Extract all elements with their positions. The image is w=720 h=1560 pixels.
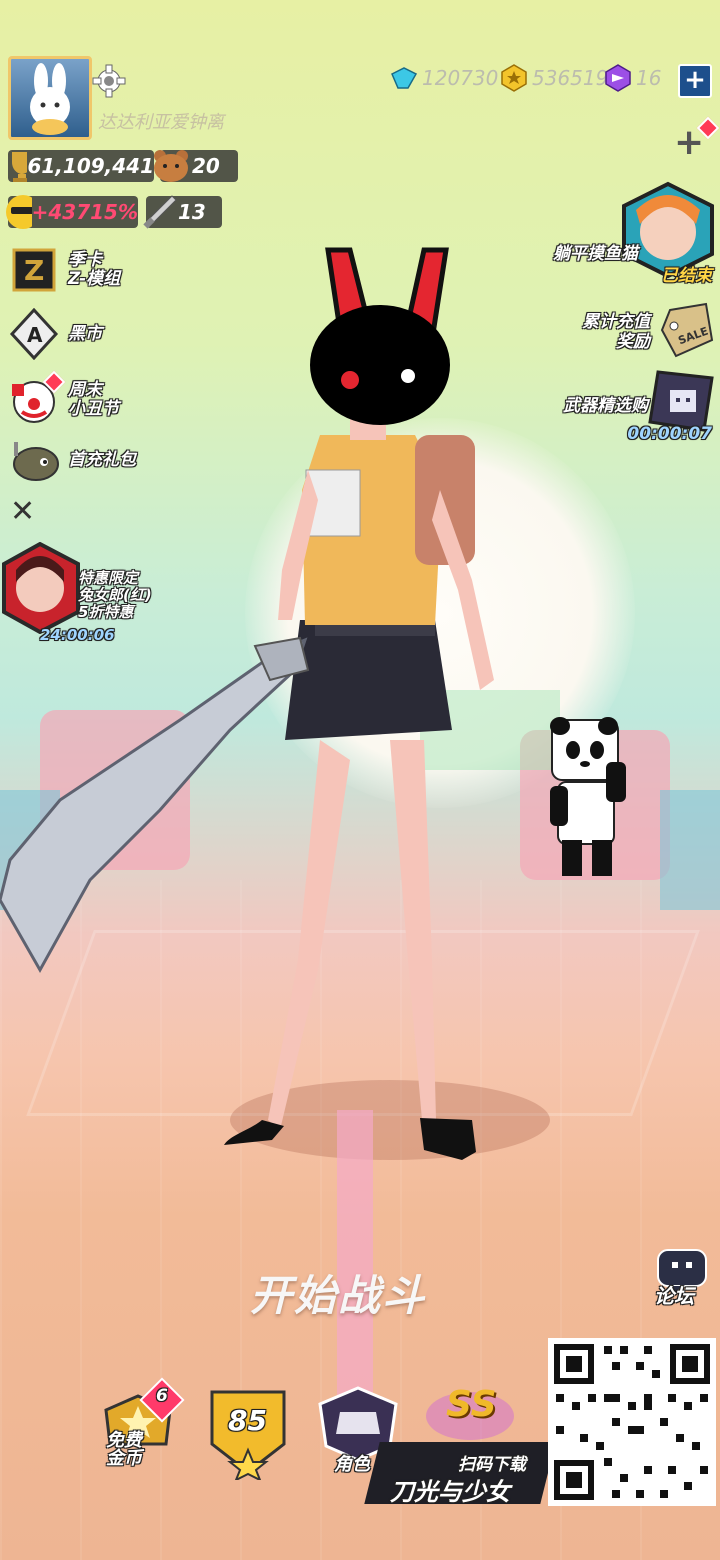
level-value: 85 <box>228 1404 267 1437</box>
offer-timer: 24:00:06 <box>40 626 115 644</box>
coin-count: 536519 <box>532 66 609 90</box>
offer-line-3: 5折特惠 <box>78 603 134 621</box>
sword-count: 13 <box>178 200 206 224</box>
start-battle-button[interactable]: 开始战斗 <box>250 1262 426 1323</box>
gold-coin-icon <box>501 64 527 92</box>
offer-line-1: 特惠限定 <box>78 569 139 587</box>
chill-cat-event-icon[interactable] <box>620 180 716 280</box>
role-label: 角色 <box>334 1454 370 1475</box>
trophy-count: 61,109,441 <box>27 154 154 178</box>
season-card-label: 季卡 Z-模组 <box>68 250 121 289</box>
diamond-icon <box>391 67 418 89</box>
game-scene-background <box>0 0 720 1560</box>
sword-icon <box>143 195 177 229</box>
z-card-icon: Z <box>12 248 56 292</box>
rank-button[interactable]: SS <box>420 1380 520 1440</box>
menu-first-recharge[interactable]: 首充礼包 <box>8 434 136 486</box>
recharge-label-line2: 奖励 <box>616 332 650 352</box>
sale-tag-icon[interactable]: SALE <box>656 300 716 360</box>
close-icon[interactable]: ✕ <box>10 494 35 529</box>
sword-stat: 13 <box>143 195 222 229</box>
event-status: 已结束 <box>661 266 712 286</box>
bear-icon <box>154 150 188 182</box>
menu-season-card[interactable]: Z 季卡 Z-模组 <box>8 244 120 296</box>
forum-label[interactable]: 论坛 <box>654 1280 694 1309</box>
chill-cat-event-label[interactable]: 躺平摸鱼猫 <box>520 244 638 264</box>
ace-spade-icon: A <box>9 308 59 360</box>
weekend-clown-label: 周末 小丑节 <box>68 380 119 419</box>
rabbit-avatar-icon <box>30 63 70 135</box>
player-name: 达达利亚爱钟离 <box>98 112 224 133</box>
game-title-label: 刀光与少女 <box>390 1478 510 1506</box>
ticket-count: 16 <box>636 66 662 90</box>
offer-line-2: 兔女郎(红) <box>78 586 152 604</box>
free-coins-badge-count: 6 <box>156 1386 168 1406</box>
bear-stat: 20 <box>154 150 238 182</box>
trophy-stat: 61,109,441 <box>8 150 154 182</box>
limited-offer-card[interactable]: 特惠限定 兔女郎(红) 5折特惠 24:00:06 <box>0 542 170 646</box>
add-currency-button[interactable]: + <box>678 64 712 98</box>
bonus-percent: +43715% <box>31 200 138 224</box>
ticket-currency[interactable]: 16 <box>604 64 661 92</box>
sword-weapon <box>0 636 310 974</box>
weapon-shop-label[interactable]: 武器精选购 <box>520 396 648 416</box>
diamond-currency[interactable]: 120730 <box>390 64 498 92</box>
bonus-stat: +43715% <box>6 195 138 229</box>
purple-gem-icon <box>605 64 631 92</box>
bear-count: 20 <box>192 154 220 178</box>
trophy-icon <box>12 152 28 182</box>
weapon-shop-timer: 00:00:07 <box>627 424 712 444</box>
player-avatar[interactable] <box>8 56 92 140</box>
svg-text:A: A <box>27 323 43 347</box>
coin-currency[interactable]: 536519 <box>500 64 608 92</box>
menu-black-market[interactable]: A 黑市 <box>8 308 102 360</box>
recharge-label-line1: 累计充值 <box>582 312 650 332</box>
qr-code[interactable] <box>548 1338 716 1506</box>
black-market-label: 黑市 <box>68 323 102 344</box>
pet-fish-icon <box>13 442 59 481</box>
svg-text:Z: Z <box>24 254 44 287</box>
diamond-count: 120730 <box>422 66 499 90</box>
recharge-reward-label[interactable]: 累计充值 奖励 <box>540 312 650 352</box>
free-coins-button[interactable]: 免费 金币 6 <box>100 1377 185 1482</box>
qr-code-icon <box>554 1344 710 1500</box>
first-recharge-label: 首充礼包 <box>68 449 136 470</box>
free-coins-label-2: 金币 <box>106 1448 142 1469</box>
cool-face-icon <box>6 195 32 229</box>
level-badge-button[interactable]: 85 <box>206 1388 290 1483</box>
rank-value: SS <box>446 1384 497 1425</box>
settings-gear-icon[interactable] <box>92 64 126 98</box>
panda-mascot[interactable] <box>540 712 640 882</box>
bunny-girl-portrait-icon <box>2 542 80 634</box>
